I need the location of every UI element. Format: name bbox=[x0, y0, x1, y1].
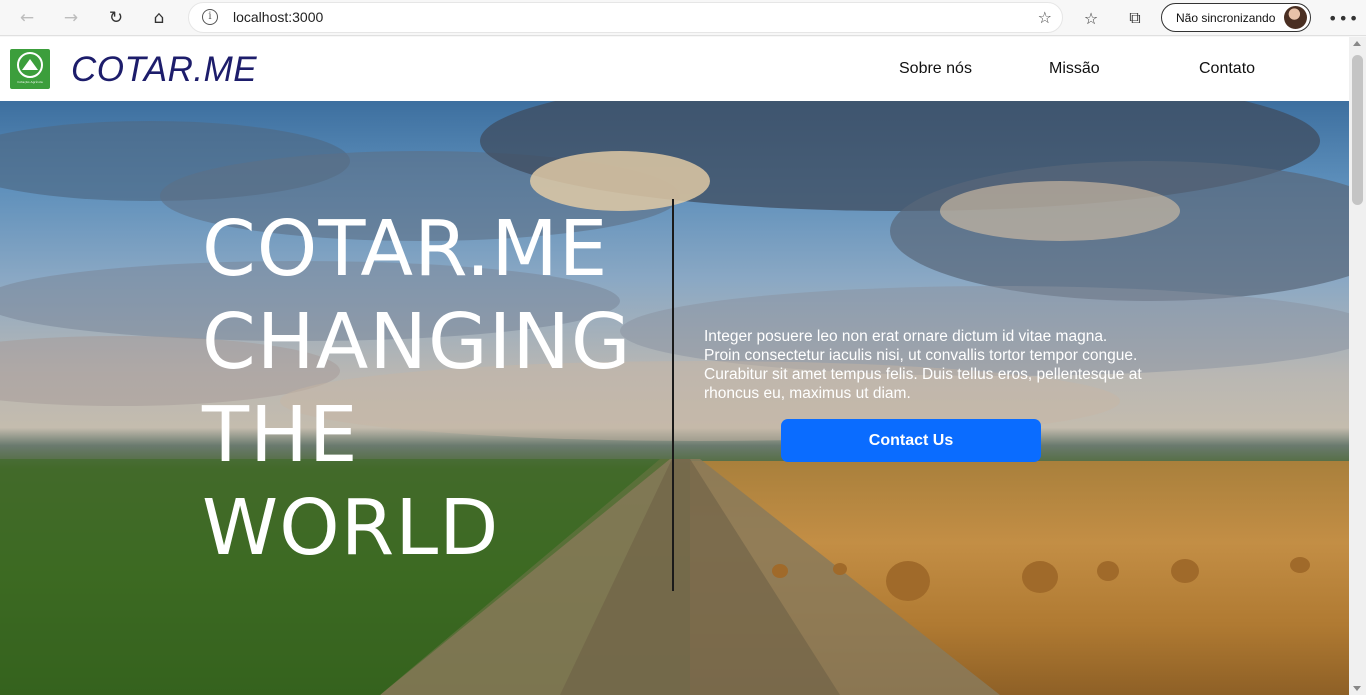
address-bar[interactable]: i localhost:3000 ☆ bbox=[188, 2, 1063, 33]
favorites-icon[interactable]: ☆ bbox=[1080, 7, 1102, 29]
arrow-left-icon: ← bbox=[19, 8, 35, 28]
hero-title-line: CHANGING bbox=[202, 298, 632, 387]
back-button[interactable]: ← bbox=[14, 6, 40, 30]
hero-divider bbox=[672, 199, 674, 591]
nav-link-sobre-nos[interactable]: Sobre nós bbox=[899, 60, 972, 78]
profile-sync-button[interactable]: Não sincronizando bbox=[1161, 3, 1311, 32]
browser-toolbar: ← → ↻ ⌂ i localhost:3000 ☆ ☆ ⧉ Não sincr… bbox=[0, 0, 1366, 36]
home-button[interactable]: ⌂ bbox=[146, 6, 172, 30]
logo-caption: Cotação Agrícola bbox=[17, 80, 43, 84]
home-icon: ⌂ bbox=[153, 8, 165, 28]
scroll-up-icon[interactable] bbox=[1353, 41, 1361, 46]
info-icon[interactable]: i bbox=[202, 9, 218, 25]
hero-title-line: THE bbox=[202, 391, 359, 480]
brand-title[interactable]: COTAR.ME bbox=[71, 50, 257, 90]
forward-button[interactable]: → bbox=[58, 6, 84, 30]
nav-link-contato[interactable]: Contato bbox=[1199, 60, 1255, 78]
logo[interactable]: Cotação Agrícola bbox=[10, 49, 50, 89]
hero-title: COTAR.ME CHANGING THE WORLD bbox=[202, 203, 672, 575]
scroll-down-icon[interactable] bbox=[1353, 686, 1361, 691]
reload-button[interactable]: ↻ bbox=[103, 6, 129, 30]
sync-status-label: Não sincronizando bbox=[1176, 11, 1276, 25]
avatar bbox=[1284, 6, 1307, 29]
hero-paragraph: Integer posuere leo non erat ornare dict… bbox=[704, 328, 1142, 402]
nav-link-missao[interactable]: Missão bbox=[1049, 60, 1100, 78]
url-text[interactable]: localhost:3000 bbox=[233, 9, 323, 25]
collections-icon[interactable]: ⧉ bbox=[1124, 7, 1146, 29]
hero-title-line: WORLD bbox=[202, 484, 500, 573]
contact-us-button[interactable]: Contact Us bbox=[781, 419, 1041, 462]
hero-section: COTAR.ME CHANGING THE WORLD Integer posu… bbox=[0, 101, 1349, 695]
reload-icon: ↻ bbox=[108, 8, 124, 28]
page-viewport: Cotação Agrícola COTAR.ME Sobre nós Miss… bbox=[0, 37, 1349, 695]
hero-title-line: COTAR.ME bbox=[202, 205, 609, 294]
site-header: Cotação Agrícola COTAR.ME Sobre nós Miss… bbox=[0, 37, 1349, 101]
arrow-right-icon: → bbox=[63, 8, 79, 28]
star-plus-icon[interactable]: ☆ bbox=[1038, 8, 1052, 27]
page-scrollbar[interactable] bbox=[1349, 37, 1366, 695]
scrollbar-thumb[interactable] bbox=[1352, 55, 1363, 205]
logo-mountain-icon bbox=[22, 59, 38, 70]
more-icon[interactable]: ••• bbox=[1328, 9, 1359, 28]
